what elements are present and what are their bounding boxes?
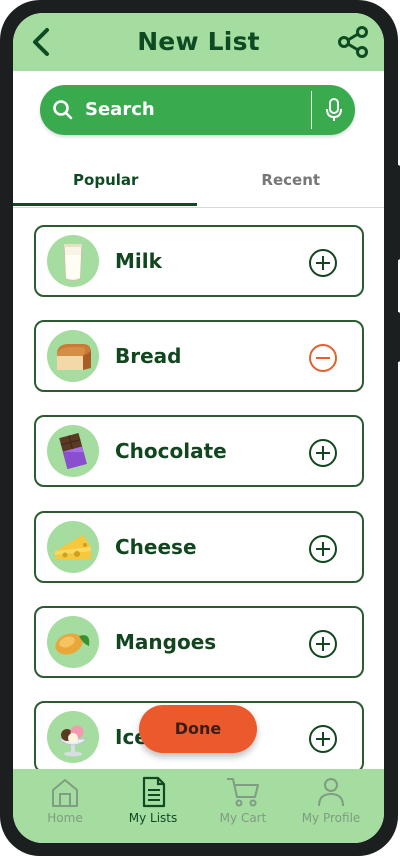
- cart-icon: [227, 778, 259, 807]
- nav-my-lists[interactable]: My Lists: [107, 775, 199, 841]
- profile-icon: [318, 778, 344, 807]
- nav-my-profile[interactable]: My Profile: [285, 775, 377, 841]
- plus-circle-icon[interactable]: [308, 629, 338, 659]
- nav-my-lists-label: My Lists: [128, 811, 178, 825]
- nav-home[interactable]: Home: [19, 775, 111, 841]
- bread-icon: [47, 330, 99, 382]
- list-icon: [142, 776, 166, 808]
- nav-my-cart[interactable]: My Cart: [197, 775, 289, 841]
- item-label: Chocolate: [115, 439, 227, 463]
- ice-cream-icon: [47, 711, 99, 763]
- plus-circle-icon[interactable]: [308, 248, 338, 278]
- milk-icon: [47, 235, 99, 287]
- mango-icon: [47, 616, 99, 668]
- app-screen: New List Search Popular Recent Milk Brea…: [13, 13, 384, 843]
- item-label: Bread: [115, 344, 182, 368]
- done-button[interactable]: Done: [139, 705, 257, 753]
- item-list: Milk Bread Chocolate Cheese Mangoes Ice: [13, 213, 384, 773]
- nav-my-cart-label: My Cart: [219, 811, 267, 825]
- cheese-icon: [47, 521, 99, 573]
- plus-circle-icon[interactable]: [308, 534, 338, 564]
- phone-frame: New List Search Popular Recent Milk Brea…: [0, 0, 400, 856]
- header-bar: New List: [13, 13, 384, 71]
- nav-home-label: Home: [47, 811, 83, 825]
- page-title: New List: [137, 27, 260, 56]
- item-label: Mangoes: [115, 630, 217, 654]
- active-tab-indicator: [13, 203, 197, 206]
- home-icon: [52, 779, 78, 807]
- list-item[interactable]: Milk: [34, 225, 364, 297]
- tab-recent[interactable]: Recent: [198, 171, 384, 189]
- search-divider: [311, 91, 312, 129]
- tab-popular[interactable]: Popular: [13, 171, 199, 189]
- side-button: [394, 165, 400, 260]
- search-icon: [53, 100, 73, 120]
- plus-circle-icon[interactable]: [308, 438, 338, 468]
- item-label: Milk: [115, 249, 162, 273]
- chocolate-icon: [47, 425, 99, 477]
- item-label: Cheese: [115, 535, 197, 559]
- search-bar[interactable]: Search: [40, 85, 355, 135]
- plus-circle-icon[interactable]: [308, 724, 338, 754]
- list-item[interactable]: Chocolate: [34, 415, 364, 487]
- list-item[interactable]: Cheese: [34, 511, 364, 583]
- search-input[interactable]: Search: [85, 99, 155, 120]
- list-item[interactable]: Bread: [34, 320, 364, 392]
- list-item[interactable]: Mangoes: [34, 606, 364, 678]
- share-icon[interactable]: [336, 25, 370, 59]
- microphone-icon[interactable]: [322, 97, 346, 123]
- bottom-nav: Home My Lists My Cart My Profile: [13, 769, 384, 843]
- nav-my-profile-label: My Profile: [301, 811, 361, 825]
- tab-bar: Popular Recent: [13, 163, 384, 208]
- side-button: [394, 312, 400, 362]
- minus-circle-icon[interactable]: [308, 343, 338, 373]
